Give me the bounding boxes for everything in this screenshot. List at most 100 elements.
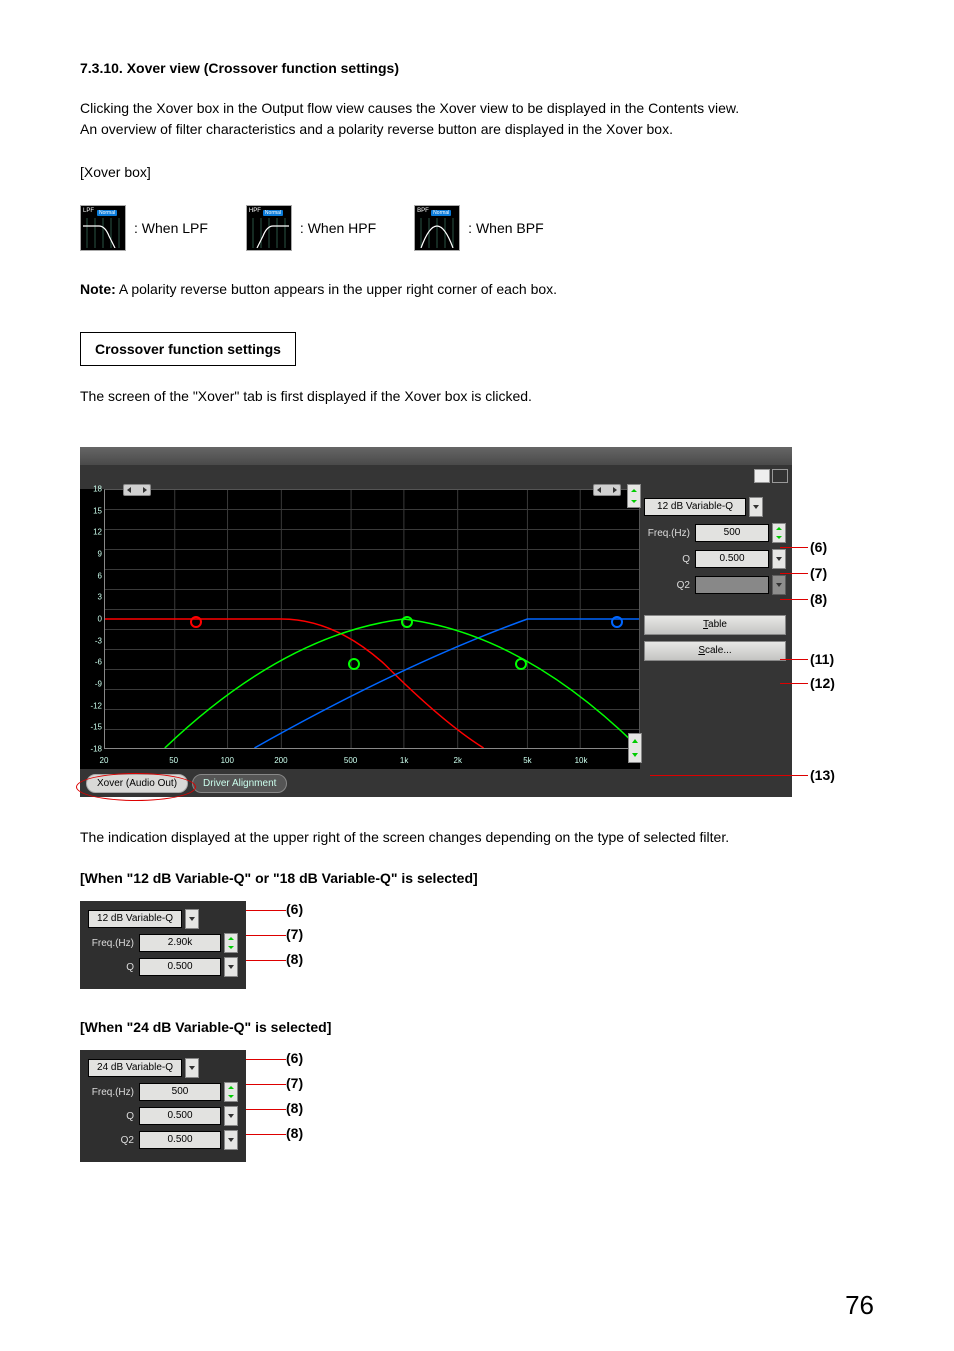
p12-filter-type[interactable]: 12 dB Variable-Q	[88, 910, 182, 928]
y-tick: -9	[95, 680, 102, 689]
callout-line	[780, 573, 808, 574]
panel12: 12 dB Variable-Q Freq.(Hz) 2.90k Q 0.500	[80, 901, 246, 989]
y-tick: 15	[93, 506, 102, 515]
corner-button-1[interactable]	[754, 469, 770, 483]
intro-line-1: Clicking the Xover box in the Output flo…	[80, 100, 739, 116]
intro-line-2: An overview of filter characteristics an…	[80, 121, 673, 137]
y-tick: -18	[90, 745, 102, 754]
q-row: Q 0.500	[644, 549, 786, 569]
indication-line: The indication displayed at the upper ri…	[80, 827, 874, 848]
q-label: Q	[644, 554, 692, 565]
bpf-low-marker[interactable]	[348, 658, 360, 670]
tab-xover[interactable]: Xover (Audio Out)	[86, 774, 188, 793]
graph-area[interactable]: 18 15 12 9 6 3 0 -3 -6 -9 -12 -15 -18	[80, 489, 640, 769]
note-line: Note: A polarity reverse button appears …	[80, 281, 874, 297]
p24-q-label: Q	[88, 1111, 136, 1122]
callout-line	[780, 599, 808, 600]
bpf-tag: BPF	[417, 208, 429, 214]
dropdown-icon[interactable]	[224, 957, 238, 977]
boxed-title: Crossover function settings	[80, 332, 296, 366]
tab-driver-alignment[interactable]: Driver Alignment	[192, 774, 287, 793]
callout-line	[650, 775, 808, 776]
hpf-label: : When HPF	[300, 220, 376, 236]
hpf-marker[interactable]	[611, 616, 623, 628]
filter-type-select[interactable]: 12 dB Variable-Q	[644, 498, 746, 516]
xover-box-label: [Xover box]	[80, 162, 874, 183]
dropdown-icon[interactable]	[224, 1130, 238, 1150]
freq-input[interactable]: 500	[695, 524, 769, 542]
freq-spinner[interactable]	[772, 523, 786, 543]
callout-line	[780, 547, 808, 548]
plot-canvas[interactable]	[104, 489, 640, 749]
corner-button-2[interactable]	[772, 469, 788, 483]
dropdown-icon[interactable]	[224, 1106, 238, 1126]
lpf-tag: LPF	[83, 208, 94, 214]
intro-paragraph: Clicking the Xover box in the Output flo…	[80, 98, 874, 140]
y-tick: 3	[98, 593, 102, 602]
x-tick: 2k	[454, 756, 462, 765]
panel24: 24 dB Variable-Q Freq.(Hz) 500 Q 0.500 Q…	[80, 1050, 246, 1162]
window-titlebar[interactable]	[80, 447, 792, 465]
freq-spinner[interactable]	[224, 1082, 238, 1102]
callout-line	[780, 659, 808, 660]
xover-box-lpf[interactable]: LPF Normal	[80, 205, 126, 251]
p24-q2-label: Q2	[88, 1135, 136, 1146]
p24-q-input[interactable]: 0.500	[139, 1107, 221, 1125]
x-tick: 100	[221, 756, 234, 765]
x-zoom-spinner[interactable]	[628, 733, 642, 763]
p12-q-label: Q	[88, 962, 136, 973]
y-zoom-spinner[interactable]	[627, 484, 641, 508]
hpf-curve-icon	[247, 218, 291, 248]
freq-spinner[interactable]	[224, 933, 238, 953]
p24-q2-input[interactable]: 0.500	[139, 1131, 221, 1149]
panel12-row: 12 dB Variable-Q Freq.(Hz) 2.90k Q 0.500…	[80, 901, 874, 989]
freq-label: Freq.(Hz)	[644, 528, 692, 539]
p24-freq-input[interactable]: 500	[139, 1083, 221, 1101]
hpf-normal-badge[interactable]: Normal	[263, 210, 283, 216]
bpf-high-marker[interactable]	[515, 658, 527, 670]
table-button[interactable]: Table	[644, 615, 786, 635]
main-diagram: (1) (2) (3) (4) (5) 18 15 12 9 6 3 0 -3 …	[80, 447, 874, 797]
xover-box-bpf[interactable]: BPF Normal	[414, 205, 460, 251]
bpf-mid-marker[interactable]	[401, 616, 413, 628]
lpf-normal-badge[interactable]: Normal	[97, 210, 117, 216]
x-tick: 200	[274, 756, 287, 765]
x-tick: 50	[169, 756, 178, 765]
p24-filter-type[interactable]: 24 dB Variable-Q	[88, 1059, 182, 1077]
p12-c7: (7)	[286, 926, 303, 942]
hpf-tag: HPF	[249, 208, 261, 214]
lpf-marker[interactable]	[190, 616, 202, 628]
p12-q-input[interactable]: 0.500	[139, 958, 221, 976]
y-tick: 0	[98, 615, 102, 624]
handle-left[interactable]	[123, 484, 151, 496]
note-label: Note:	[80, 281, 116, 297]
p24-c8a: (8)	[286, 1100, 303, 1116]
q-dropdown-icon[interactable]	[772, 549, 786, 569]
control-panel: 12 dB Variable-Q Freq.(Hz) 500 Q 0.500 Q…	[644, 497, 786, 661]
callout-7: (7)	[810, 565, 827, 581]
p24-c7: (7)	[286, 1075, 303, 1091]
panel12-heading: [When "12 dB Variable-Q" or "18 dB Varia…	[80, 870, 874, 886]
x-tick: 10k	[575, 756, 588, 765]
dropdown-icon[interactable]	[185, 1058, 199, 1078]
p24-callouts: (6) (7) (8) (8)	[286, 1050, 303, 1150]
handle-right[interactable]	[593, 484, 621, 496]
callout-line	[780, 683, 808, 684]
y-tick: -12	[90, 701, 102, 710]
y-tick: 9	[98, 550, 102, 559]
dropdown-icon[interactable]	[185, 909, 199, 929]
x-axis: 20 50 100 200 500 1k 2k 5k 10k 20k	[104, 753, 640, 765]
p24-freq-label: Freq.(Hz)	[88, 1087, 136, 1098]
p12-freq-input[interactable]: 2.90k	[139, 934, 221, 952]
page-number: 76	[845, 1290, 874, 1321]
xover-box-hpf[interactable]: HPF Normal	[246, 205, 292, 251]
q-input[interactable]: 0.500	[695, 550, 769, 568]
bpf-normal-badge[interactable]: Normal	[431, 210, 451, 216]
q2-label: Q2	[644, 580, 692, 591]
dropdown-icon[interactable]	[749, 497, 763, 517]
x-tick: 500	[344, 756, 357, 765]
x-tick: 1k	[400, 756, 408, 765]
scale-button[interactable]: Scale...	[644, 641, 786, 661]
q2-dropdown-icon	[772, 575, 786, 595]
x-tick: 20	[100, 756, 109, 765]
